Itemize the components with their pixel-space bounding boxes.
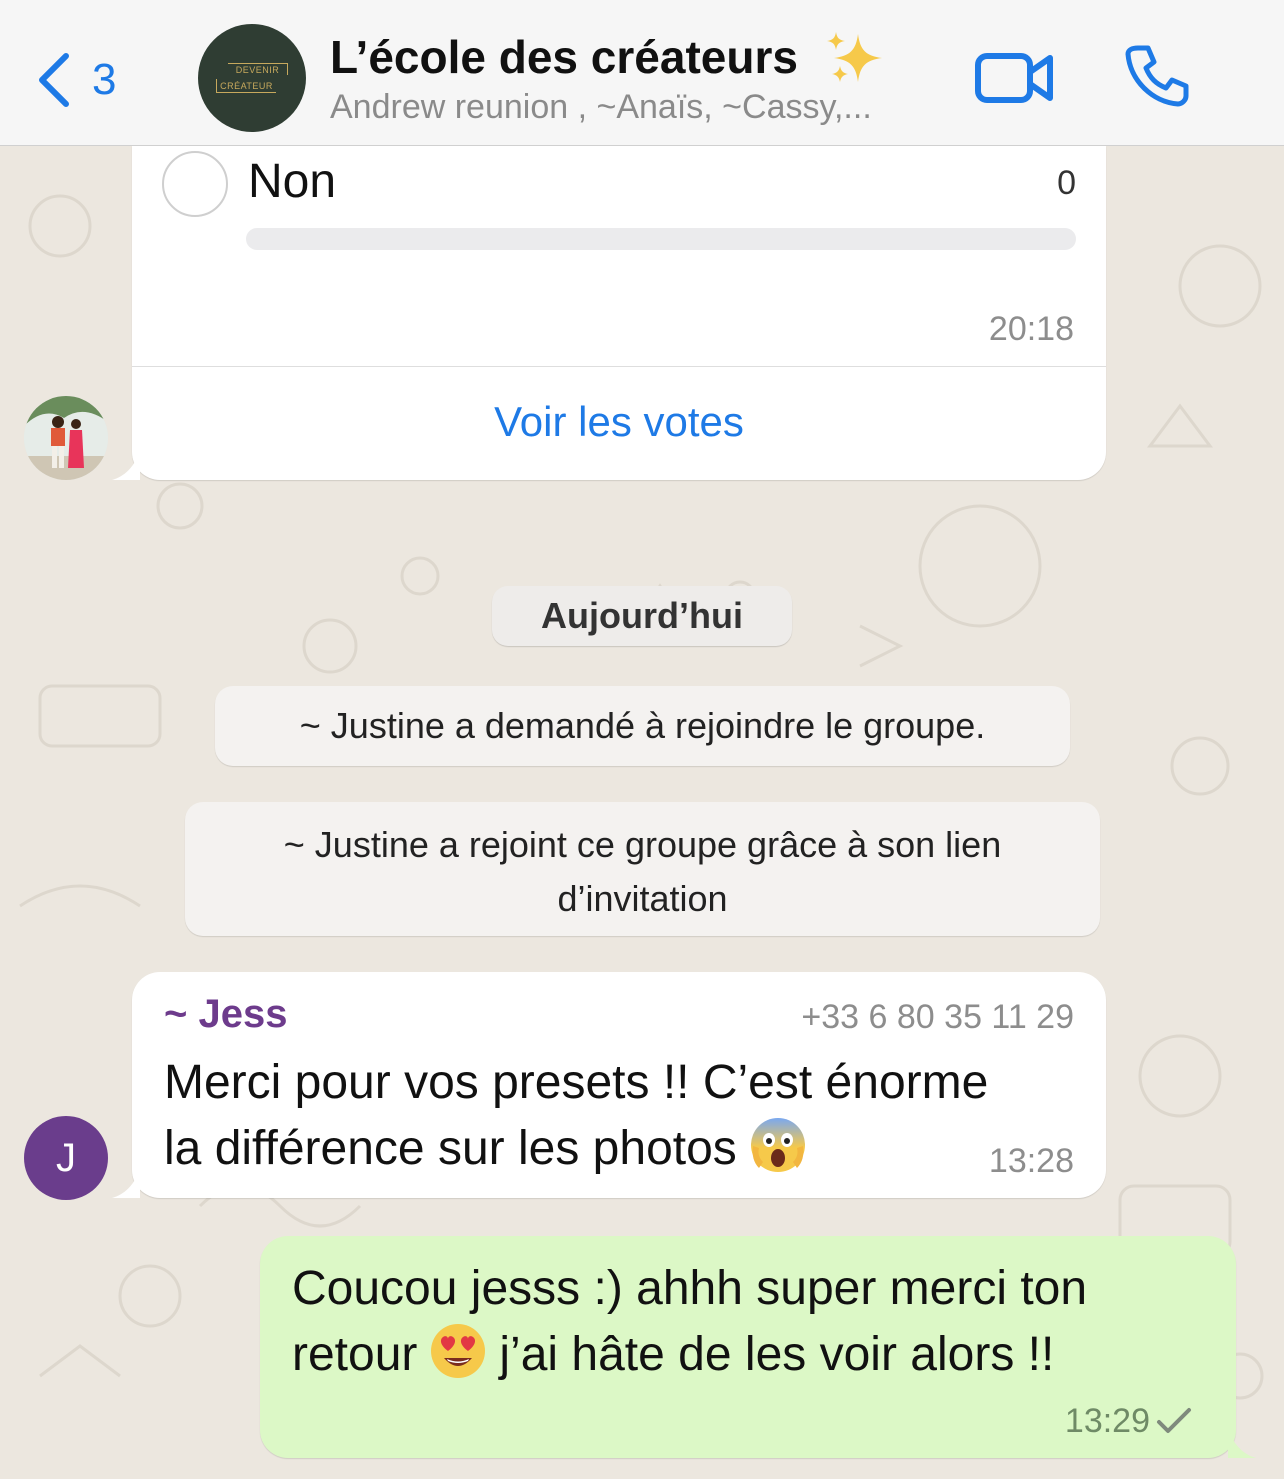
back-button[interactable]: 3 — [36, 48, 146, 112]
sent-check-icon — [1157, 1408, 1191, 1433]
phone-call-icon[interactable] — [1124, 42, 1190, 108]
poll-message: Non 0 20:18 Voir les votes — [132, 146, 1106, 480]
chat-header: 3 DEVENIR CRÉATEUR L’école des créateurs… — [0, 0, 1284, 146]
poll-option-label[interactable]: Non — [248, 154, 336, 209]
sparkles-icon — [827, 32, 882, 82]
group-members[interactable]: Andrew reunion , ~Anaïs, ~Cassy,... — [330, 88, 872, 127]
sender-avatar-photo[interactable] — [24, 396, 108, 480]
logo-line-2: CRÉATEUR — [216, 79, 276, 93]
bubble-tail — [112, 1170, 140, 1198]
incoming-message[interactable]: ~ Jess +33 6 80 35 11 29 Merci pour vos … — [132, 972, 1106, 1198]
group-avatar[interactable]: DEVENIR CRÉATEUR — [198, 24, 306, 132]
view-votes-button[interactable]: Voir les votes — [132, 398, 1106, 446]
message-text: Merci pour vos presets !! C’est énorme l… — [164, 1050, 1064, 1182]
message-text: Coucou jesss :) ahhh super merci ton ret… — [292, 1256, 1192, 1388]
message-line: j’ai hâte de les voir alors !! — [499, 1328, 1055, 1381]
chevron-left-icon — [39, 53, 69, 107]
poll-option-bar — [246, 228, 1076, 250]
system-notice-text: ~ Justine a rejoint ce groupe grâce à so… — [283, 824, 1002, 865]
sender-name[interactable]: ~ Jess — [164, 992, 287, 1037]
group-logo: DEVENIR CRÉATEUR — [216, 63, 288, 93]
message-line: retour — [292, 1328, 418, 1381]
system-notice-joined: ~ Justine a rejoint ce groupe grâce à so… — [185, 802, 1100, 936]
heart-eyes-emoji-icon — [431, 1324, 486, 1378]
message-time: 20:18 — [988, 310, 1074, 348]
couple-photo-icon — [24, 396, 108, 480]
video-call-icon[interactable] — [974, 48, 1054, 108]
poll-option-radio[interactable] — [162, 151, 228, 217]
bubble-tail — [112, 452, 140, 480]
message-time: 13:29 — [1064, 1402, 1150, 1440]
system-notice-text: ~ Justine a demandé à rejoindre le group… — [299, 705, 986, 746]
screaming-face-emoji-icon — [750, 1118, 805, 1172]
logo-line-1: DEVENIR — [228, 63, 288, 75]
message-line: la différence sur les photos — [164, 1122, 737, 1175]
sender-phone[interactable]: +33 6 80 35 11 29 — [801, 998, 1074, 1037]
sender-avatar[interactable]: J — [24, 1116, 108, 1200]
poll-divider — [132, 366, 1106, 367]
poll-option-votes: 0 — [1057, 164, 1076, 202]
message-line-2: la différence sur les photos — [164, 1116, 1064, 1182]
group-title[interactable]: L’école des créateurs — [330, 30, 798, 84]
outgoing-message[interactable]: Coucou jesss :) ahhh super merci ton ret… — [260, 1236, 1236, 1458]
message-line: Coucou jesss :) ahhh super merci ton — [292, 1262, 1088, 1315]
message-line-2: retour j’ai hâte de les voir alors !! — [292, 1322, 1192, 1388]
message-time: 13:28 — [988, 1142, 1074, 1180]
date-separator: Aujourd’hui — [492, 586, 792, 646]
bubble-tail — [1228, 1430, 1256, 1458]
system-notice-text: d’invitation — [557, 878, 728, 919]
unread-count: 3 — [92, 55, 117, 104]
message-line: Merci pour vos presets !! C’est énorme — [164, 1056, 989, 1109]
system-notice-join-request: ~ Justine a demandé à rejoindre le group… — [215, 686, 1070, 766]
